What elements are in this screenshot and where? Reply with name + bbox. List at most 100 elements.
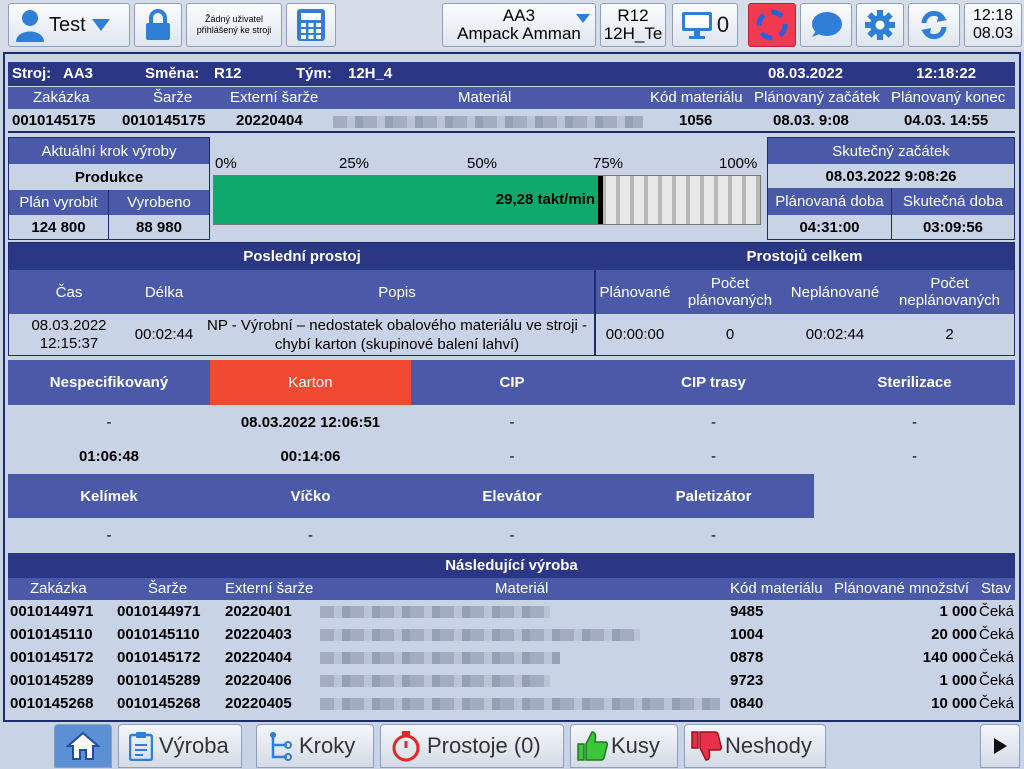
header-plan-start: Plánovaný začátek bbox=[754, 89, 880, 106]
table-row[interactable]: 0010145110 0010145110 20220403 1004 20 0… bbox=[8, 624, 1015, 647]
next-production-title: Následující výroba bbox=[8, 553, 1015, 578]
refresh-button[interactable] bbox=[908, 3, 960, 47]
tab-prostoje[interactable]: Prostoje (0) bbox=[380, 724, 564, 768]
machine-select[interactable]: AA3 Ampack Amman bbox=[442, 3, 596, 47]
category-nespecifikovany-duration: 01:06:48 bbox=[78, 447, 140, 465]
row-sarze: 0010145289 bbox=[117, 672, 201, 689]
order-sarze: 0010145175 bbox=[122, 112, 206, 129]
machine-label: Stroj: bbox=[12, 65, 52, 82]
category-cip[interactable]: CIP bbox=[411, 360, 613, 405]
shift-value: R12 bbox=[214, 65, 242, 82]
tab-kroky[interactable]: Kroky bbox=[256, 724, 374, 768]
downtime-desc: NP - Výrobní – nedostatek obalového mate… bbox=[207, 316, 587, 353]
category-sterilizace-duration: - bbox=[912, 447, 917, 465]
downtime-time-header: Čas bbox=[55, 283, 83, 301]
order-plan-end: 04.03. 14:55 bbox=[904, 112, 989, 129]
row-qty: 10 000 bbox=[931, 695, 977, 712]
login-status-button[interactable]: Žádný uživatel přihlášený ke stroji bbox=[186, 3, 282, 47]
row-stav: Čeká bbox=[979, 603, 1015, 620]
chat-bubble-icon bbox=[812, 12, 842, 37]
refresh-icon bbox=[921, 10, 947, 40]
shift-label: Směna: bbox=[145, 65, 200, 82]
row-kod: 9723 bbox=[730, 672, 764, 689]
lock-button[interactable] bbox=[134, 3, 182, 47]
progress-tick-25: 25% bbox=[339, 155, 370, 172]
table-row[interactable]: 0010145289 0010145289 20220406 9723 1 00… bbox=[8, 670, 1015, 693]
total-downtime-title: Prostojů celkem bbox=[595, 243, 1014, 270]
top-bar: Test Žádný uživatel přihlášený ke stroji… bbox=[0, 0, 1024, 50]
next-header-zakazka: Zakázka bbox=[30, 580, 87, 597]
gear-icon bbox=[865, 10, 895, 40]
home-icon bbox=[66, 731, 100, 760]
category-vicko[interactable]: Víčko bbox=[210, 474, 411, 518]
row-ext-sarze: 20220403 bbox=[225, 626, 292, 643]
planned-count-value: 0 bbox=[725, 326, 735, 343]
row-sarze: 0010145110 bbox=[117, 626, 200, 643]
next-header-kod: Kód materiálu bbox=[730, 580, 823, 597]
last-downtime-title: Poslední prostoj bbox=[9, 243, 595, 270]
calculator-button[interactable] bbox=[286, 3, 336, 47]
current-date: 08.03.2022 bbox=[768, 65, 844, 82]
row-ext-sarze: 20220404 bbox=[225, 649, 292, 666]
category-elevator[interactable]: Elevátor bbox=[411, 474, 613, 518]
order-header: Zakázka Šarže Externí šarže Materiál Kód… bbox=[8, 87, 1015, 109]
progress-tick-75: 75% bbox=[593, 155, 624, 172]
category-sterilizace[interactable]: Sterilizace bbox=[814, 360, 1015, 405]
shift-select[interactable]: R12 12H_Te bbox=[600, 3, 666, 47]
play-arrow-icon bbox=[994, 738, 1007, 754]
row-kod: 0878 bbox=[730, 649, 764, 666]
real-duration-value: 03:09:56 bbox=[922, 218, 984, 236]
clock-time: 12:18 bbox=[972, 7, 1014, 24]
order-kod: 1056 bbox=[679, 112, 713, 129]
row-sarze: 0010145172 bbox=[117, 649, 201, 666]
table-row[interactable]: 0010145172 0010145172 20220404 0878 140 … bbox=[8, 647, 1015, 670]
chat-button[interactable] bbox=[800, 3, 852, 47]
category-cip-trasy[interactable]: CIP trasy bbox=[613, 360, 814, 405]
monitor-icon bbox=[681, 12, 712, 39]
chevron-down-icon bbox=[576, 14, 590, 23]
planned-value: 00:00:00 bbox=[605, 326, 665, 343]
category-cip-trasy-date: - bbox=[711, 413, 716, 431]
category-kelimek-value: - bbox=[106, 526, 112, 544]
next-page-button[interactable] bbox=[980, 724, 1020, 768]
table-row[interactable]: 0010145268 0010145268 20220405 0840 10 0… bbox=[8, 693, 1015, 716]
row-zakazka: 0010145289 bbox=[10, 672, 94, 689]
shift-select-line1: R12 bbox=[617, 6, 649, 25]
category-karton[interactable]: Karton bbox=[210, 360, 411, 405]
tab-home[interactable] bbox=[54, 724, 112, 768]
thumbs-up-icon bbox=[577, 731, 609, 761]
row-sarze: 0010145268 bbox=[117, 695, 201, 712]
tab-kroky-label: Kroky bbox=[299, 733, 356, 758]
next-header-stav: Stav bbox=[981, 580, 1012, 597]
unplanned-count-value: 2 bbox=[945, 326, 954, 343]
machine-select-line1: AA3 bbox=[502, 6, 536, 25]
clock-date: 08.03 bbox=[972, 25, 1014, 42]
monitor-button[interactable]: 0 bbox=[672, 3, 738, 47]
category-nespecifikovany[interactable]: Nespecifikovaný bbox=[8, 360, 210, 405]
row-stav: Čeká bbox=[979, 695, 1015, 712]
alarm-button[interactable] bbox=[748, 3, 796, 47]
tab-neshody[interactable]: Neshody bbox=[684, 724, 826, 768]
user-menu-button[interactable]: Test bbox=[8, 3, 130, 47]
downtime-panel: Poslední prostoj Prostojů celkem Čas Dél… bbox=[8, 242, 1015, 356]
category-kelimek[interactable]: Kelímek bbox=[8, 474, 210, 518]
material-redacted bbox=[320, 606, 550, 618]
team-label: Tým: bbox=[296, 65, 332, 82]
tab-vyroba[interactable]: Výroba bbox=[118, 724, 242, 768]
category-karton-duration: 00:14:06 bbox=[280, 447, 341, 465]
progress-rate: 29,28 takt/min bbox=[495, 191, 595, 208]
row-zakazka: 0010145172 bbox=[10, 649, 94, 666]
calculator-icon bbox=[297, 9, 325, 41]
shift-select-line2: 12H_Te bbox=[603, 24, 663, 43]
category-paletizator[interactable]: Paletizátor bbox=[613, 474, 814, 518]
lifebuoy-icon bbox=[756, 9, 788, 41]
order-zakazka: 0010145175 bbox=[12, 112, 96, 129]
tab-kusy[interactable]: Kusy bbox=[570, 724, 678, 768]
table-row[interactable]: 0010144971 0010144971 20220401 9485 1 00… bbox=[8, 601, 1015, 624]
row-qty: 20 000 bbox=[931, 626, 977, 643]
row-qty: 1 000 bbox=[939, 672, 977, 689]
category-elevator-value: - bbox=[509, 526, 515, 544]
made-value: 88 980 bbox=[136, 218, 182, 236]
material-redacted bbox=[320, 698, 720, 710]
settings-button[interactable] bbox=[856, 3, 904, 47]
